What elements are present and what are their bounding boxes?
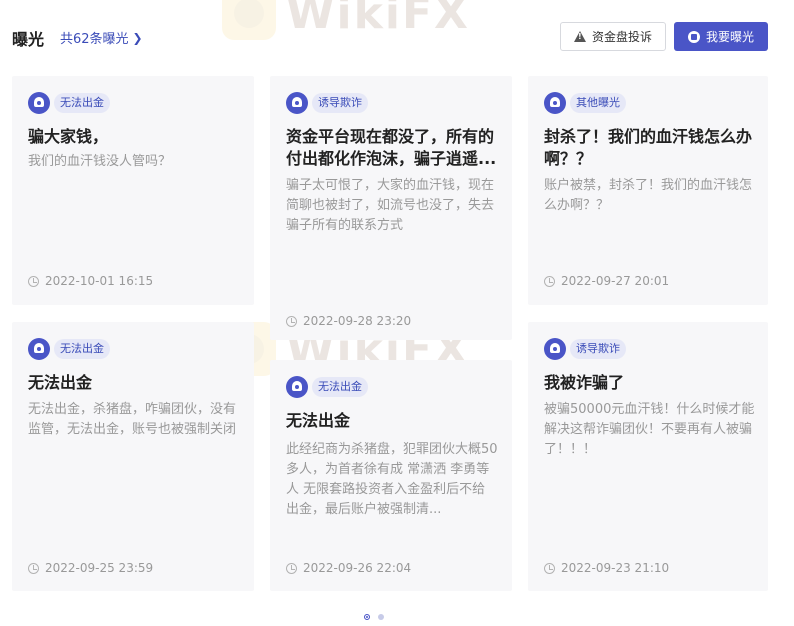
exposure-card[interactable]: 无法出金 无法出金 此经纪商为杀猪盘，犯罪团伙大概50多人，为首者徐有成 常潇洒… [270, 360, 512, 591]
card-title: 骗大家钱， [28, 127, 109, 146]
clock-icon [286, 315, 297, 327]
card-title: 我被诈骗了 [544, 373, 625, 392]
exposure-card[interactable]: 诱导欺诈 我被诈骗了 被骗50000元血汗钱！什么时候才能解决这帮诈骗团伙！不要… [528, 322, 768, 591]
clock-icon [28, 275, 39, 287]
fund-complaint-button[interactable]: 资金盘投诉 [560, 22, 666, 51]
card-timestamp: 2022-09-27 20:01 [544, 274, 669, 288]
expose-icon [687, 30, 700, 43]
card-description: 骗子太可恨了，大家的血汗钱，现在简聊也被封了，如流号也没了，失去骗子所有的联系方… [286, 178, 495, 233]
card-timestamp: 2022-09-25 23:59 [28, 561, 153, 575]
exposure-card[interactable]: 其他曝光 封杀了！我们的血汗钱怎么办啊？？ 账户被禁，封杀了！我们的血汗钱怎么办… [528, 76, 768, 305]
category-badge-icon [286, 376, 308, 398]
category-label: 无法出金 [54, 339, 110, 359]
category-label: 诱导欺诈 [570, 339, 626, 359]
clock-icon [544, 275, 555, 287]
card-title: 封杀了！我们的血汗钱怎么办啊？？ [544, 127, 753, 168]
category-badge-icon [544, 92, 566, 114]
timestamp-text: 2022-10-01 16:15 [45, 274, 154, 288]
timestamp-text: 2022-09-26 22:04 [303, 561, 412, 575]
category-label: 无法出金 [312, 377, 368, 397]
fund-complaint-label: 资金盘投诉 [591, 30, 652, 44]
pagination-dot-1[interactable] [364, 614, 370, 620]
card-description: 此经纪商为杀猪盘，犯罪团伙大概50多人，为首者徐有成 常潇洒 李勇等人 无限套路… [286, 442, 498, 517]
expose-button[interactable]: 我要曝光 [674, 22, 768, 51]
chevron-right-icon: ❯ [132, 30, 143, 45]
card-description: 我们的血汗钱没人管吗？ [28, 154, 172, 169]
timestamp-text: 2022-09-28 23:20 [303, 314, 412, 328]
card-title: 资金平台现在都没了，所有的付出都化作泡沫，骗子逍遥... [286, 127, 497, 168]
carousel-pagination [364, 614, 392, 620]
category-label: 其他曝光 [570, 93, 626, 113]
category-tag: 诱导欺诈 [544, 338, 626, 360]
category-badge-icon [544, 338, 566, 360]
category-tag: 其他曝光 [544, 92, 626, 114]
category-label: 无法出金 [54, 93, 110, 113]
expose-label: 我要曝光 [705, 30, 754, 44]
card-timestamp: 2022-10-01 16:15 [28, 274, 153, 288]
clock-icon [28, 562, 39, 574]
category-badge-icon [28, 338, 50, 360]
category-tag: 无法出金 [286, 376, 368, 398]
clock-icon [544, 562, 555, 574]
clock-icon [286, 562, 297, 574]
category-tag: 诱导欺诈 [286, 92, 368, 114]
category-label: 诱导欺诈 [312, 93, 368, 113]
exposure-header: 曝光 共62条曝光 ❯ 资金盘投诉 我要曝光 [0, 0, 794, 72]
category-badge-icon [286, 92, 308, 114]
card-description: 无法出金，杀猪盘，咋骗团伙，没有监管，无法出金，账号也被强制关闭 [28, 402, 237, 437]
card-title: 无法出金 [286, 411, 351, 430]
exposure-card[interactable]: 无法出金 骗大家钱， 我们的血汗钱没人管吗？ 2022-10-01 16:15 [12, 76, 254, 305]
warning-icon [573, 31, 586, 42]
card-timestamp: 2022-09-26 22:04 [286, 561, 411, 575]
category-badge-icon [28, 92, 50, 114]
exposure-card[interactable]: 无法出金 无法出金 无法出金，杀猪盘，咋骗团伙，没有监管，无法出金，账号也被强制… [12, 322, 254, 591]
exposure-count-link[interactable]: 共62条曝光 ❯ [60, 28, 143, 48]
exposure-count-label: 共62条曝光 [60, 32, 129, 47]
category-tag: 无法出金 [28, 338, 110, 360]
pagination-dot-2[interactable] [378, 614, 384, 620]
exposure-card[interactable]: 诱导欺诈 资金平台现在都没了，所有的付出都化作泡沫，骗子逍遥... 骗子太可恨了… [270, 76, 512, 340]
section-title: 曝光 [12, 30, 45, 49]
category-tag: 无法出金 [28, 92, 110, 114]
card-description: 被骗50000元血汗钱！什么时候才能解决这帮诈骗团伙！不要再有人被骗了！！！ [544, 402, 755, 457]
card-timestamp: 2022-09-28 23:20 [286, 314, 411, 328]
card-description: 账户被禁，封杀了！我们的血汗钱怎么办啊？？ [544, 178, 753, 213]
card-title: 无法出金 [28, 373, 93, 392]
timestamp-text: 2022-09-27 20:01 [561, 274, 670, 288]
timestamp-text: 2022-09-23 21:10 [561, 561, 670, 575]
timestamp-text: 2022-09-25 23:59 [45, 561, 154, 575]
card-timestamp: 2022-09-23 21:10 [544, 561, 669, 575]
